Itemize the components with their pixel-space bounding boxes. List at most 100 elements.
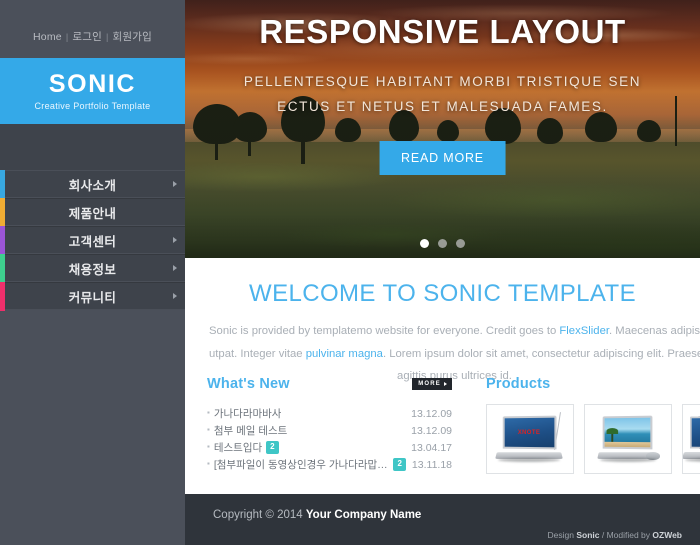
accent-bar-icon — [0, 282, 5, 311]
sidebar-item-products[interactable]: 제품안내 — [0, 198, 185, 227]
list-item[interactable]: ▪ 첨부 메일 테스트 13.12.09 — [207, 422, 452, 439]
beach-sand — [604, 441, 651, 448]
welcome-line-2-b: . Lorem ipsum dolor sit amet, consectetu… — [382, 347, 700, 360]
page-title: WELCOME TO SONIC TEMPLATE — [249, 280, 636, 307]
nav-spacer — [0, 124, 185, 170]
credit-brand: Sonic — [576, 530, 600, 540]
welcome-line-1-b: . Maecenas adipiscing pellentesque — [609, 325, 700, 337]
sidebar-item-support[interactable]: 고객센터 — [0, 226, 185, 255]
copyright-text: Copyright © 2014 Your Company Name — [213, 509, 421, 521]
bullet-icon: ▪ — [207, 425, 210, 434]
sidebar-item-label: 커뮤니티 — [68, 290, 117, 305]
top-nav-links: Home | 로그인 | 회원가입 — [33, 29, 152, 44]
laptop-icon: XNOTE — [494, 412, 566, 464]
slider-dot-2[interactable] — [438, 239, 447, 248]
slider-dot-3[interactable] — [456, 239, 465, 248]
accent-bar-icon — [0, 170, 5, 199]
news-date: 13.04.17 — [411, 441, 452, 454]
comment-count-badge: 2 — [266, 441, 279, 454]
chevron-right-icon — [173, 181, 177, 187]
top-nav-signup[interactable]: 회원가입 — [113, 31, 152, 43]
news-date: 13.12.09 — [411, 424, 452, 437]
main-navigation: 회사소개 제품안내 고객센터 채용정보 커뮤니티 — [0, 170, 185, 311]
arrow-right-icon — [444, 382, 447, 386]
screen-logo: XNOTE — [517, 429, 541, 436]
accent-bar-icon — [0, 198, 5, 227]
welcome-line-1-a: Sonic is provided by templatemo website … — [209, 325, 560, 337]
pulvinar-magna-link[interactable]: pulvinar magna — [306, 348, 383, 360]
main-content: WELCOME TO SONIC TEMPLATE Sonic is provi… — [185, 258, 700, 494]
products-heading: Products — [486, 376, 551, 392]
footer: Copyright © 2014 Your Company Name Desig… — [185, 494, 700, 545]
product-card-scenic[interactable] — [584, 404, 672, 474]
sidebar-item-label: 제품안내 — [68, 206, 117, 221]
credit-prefix: Design — [547, 530, 577, 540]
news-date: 13.12.09 — [411, 407, 452, 420]
chevron-right-icon — [173, 293, 177, 299]
list-item[interactable]: ▪ 테스트입다 2 13.04.17 — [207, 439, 452, 456]
hero-heading: RESPONSIVE LAYOUT — [259, 13, 626, 50]
sidebar-item-label: 채용정보 — [68, 262, 117, 277]
logo-subtitle: Creative Portfolio Template — [34, 100, 151, 111]
credit-middle: / Modified by — [599, 530, 653, 540]
laptop-icon — [683, 414, 700, 464]
laptop-icon — [596, 414, 660, 464]
sidebar-filler — [0, 310, 185, 545]
company-name: Your Company Name — [305, 509, 422, 521]
bullet-icon: ▪ — [207, 442, 210, 451]
laptop-screen: XNOTE — [502, 415, 557, 450]
laptop-display — [604, 417, 651, 448]
hero-slider: RESPONSIVE LAYOUT PELLENTESQUE HABITANT … — [185, 0, 700, 258]
whats-new-section: What's New MORE ▪ 가나다라마바사 13.12.09 ▪ 첨부 … — [207, 376, 452, 474]
sidebar-item-label: 회사소개 — [68, 178, 117, 193]
products-section: Products XNOTE — [486, 376, 700, 474]
logo-title: SONIC — [48, 70, 137, 99]
credit-author: OZWeb — [652, 530, 682, 540]
top-nav-separator-1: | — [65, 31, 69, 42]
top-nav-login[interactable]: 로그인 — [72, 31, 102, 43]
news-title: 테스트입다 — [213, 442, 263, 454]
sidebar-item-label: 고객센터 — [68, 234, 117, 249]
sidebar-item-about[interactable]: 회사소개 — [0, 170, 185, 199]
top-nav-separator-2: | — [105, 31, 109, 42]
list-item[interactable]: ▪ [첨부파일이 동영상인경우 가나다라맙사우... 2 13.11.18 — [207, 456, 452, 473]
welcome-line-1: Sonic is provided by templatemo website … — [209, 320, 700, 343]
list-item[interactable]: ▪ 가나다라마바사 13.12.09 — [207, 405, 452, 422]
accent-bar-icon — [0, 226, 5, 255]
page-root: Home | 로그인 | 회원가입 SONIC Creative Portfolio T… — [0, 0, 700, 545]
read-more-button[interactable]: READ MORE — [379, 141, 506, 175]
hero-caption: RESPONSIVE LAYOUT PELLENTESQUE HABITANT … — [185, 13, 700, 120]
news-title: [첨부파일이 동영상인경우 가나다라맙사우... — [213, 459, 390, 471]
product-card-xnote[interactable]: XNOTE — [486, 404, 574, 474]
laptop-shadow — [498, 458, 560, 462]
chevron-right-icon — [173, 265, 177, 271]
sidebar-item-careers[interactable]: 채용정보 — [0, 254, 185, 283]
accent-bar-icon — [0, 254, 5, 283]
sidebar-item-community[interactable]: 커뮤니티 — [0, 282, 185, 311]
laptop-display — [692, 417, 700, 448]
copyright-prefix: Copyright © 2014 — [213, 509, 306, 521]
welcome-line-2-a: utpat. Integer vitae — [209, 347, 306, 360]
content-columns: What's New MORE ▪ 가나다라마바사 13.12.09 ▪ 첨부 … — [185, 376, 700, 474]
welcome-line-2: utpat. Integer vitae pulvinar magna. Lor… — [209, 343, 700, 366]
products-grid: XNOTE — [486, 404, 700, 474]
top-utility-nav: Home | 로그인 | 회원가입 — [0, 0, 185, 58]
flexslider-link[interactable]: FlexSlider — [559, 325, 609, 337]
laptop-screen — [602, 415, 653, 450]
product-card-third[interactable] — [682, 404, 700, 474]
sidebar: Home | 로그인 | 회원가입 SONIC Creative Portfolio T… — [0, 0, 185, 545]
more-button[interactable]: MORE — [412, 378, 452, 390]
bullet-icon: ▪ — [207, 459, 210, 468]
more-button-label: MORE — [418, 381, 441, 387]
site-logo[interactable]: SONIC Creative Portfolio Template — [0, 58, 185, 124]
news-date: 13.11.18 — [411, 458, 452, 471]
news-title: 가나다라마바사 — [213, 408, 282, 420]
hero-subtext-line-2: ECTUS ET NETUS ET MALESUADA FAMES. — [277, 99, 608, 115]
comment-count-badge: 2 — [393, 458, 406, 471]
hero-subtext-line-1: PELLENTESQUE HABITANT MORBI TRISTIQUE SE… — [243, 74, 642, 90]
chevron-right-icon — [173, 237, 177, 243]
laptop-shadow — [600, 458, 656, 462]
laptop-display: XNOTE — [504, 417, 555, 448]
slider-dot-1[interactable] — [420, 239, 429, 248]
top-nav-home[interactable]: Home — [33, 31, 62, 43]
